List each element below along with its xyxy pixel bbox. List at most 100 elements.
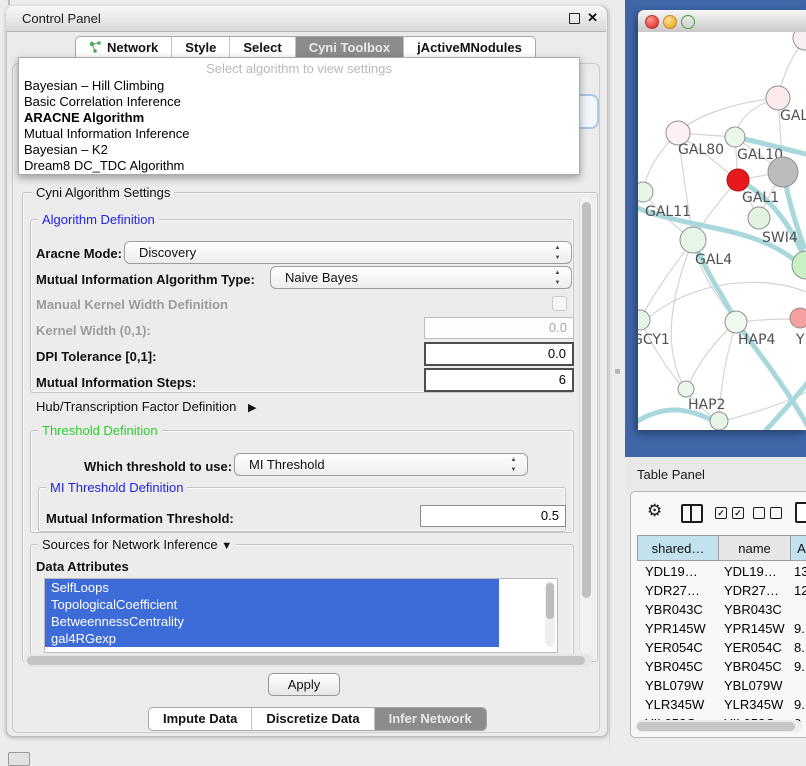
network-window-titlebar[interactable]	[638, 10, 806, 33]
network-node-gal[interactable]	[766, 86, 790, 110]
network-node[interactable]	[710, 412, 728, 430]
table-cell: YDR27…	[724, 583, 779, 598]
panel-resize-handle[interactable]	[615, 369, 620, 374]
attribute-item-selfloops[interactable]: SelfLoops	[45, 579, 499, 596]
table-cell: YDL19…	[645, 564, 698, 579]
column-header-shared[interactable]: shared…	[637, 535, 719, 561]
algorithm-option-dream8-dc-tdc-algorithm[interactable]: Dream8 DC_TDC Algorithm	[24, 158, 184, 174]
window-zoom-light[interactable]	[681, 15, 695, 29]
network-node[interactable]	[793, 32, 806, 50]
bottom-left-partial-icon[interactable]	[8, 752, 30, 766]
network-node[interactable]	[792, 251, 806, 279]
dpi-tolerance-field[interactable]: 0.0	[424, 342, 574, 366]
bottom-tabs: Impute DataDiscretize DataInfer Network	[148, 707, 487, 731]
network-node-hap2[interactable]	[678, 381, 694, 397]
attribute-item-betweennesscentrality[interactable]: BetweennessCentrality	[45, 613, 499, 630]
node-label-y: Y	[795, 332, 805, 348]
tab-label: Cyni Toolbox	[309, 40, 390, 55]
checked-box-icon[interactable]: ✓	[732, 507, 744, 519]
aracne-mode-label: Aracne Mode:	[36, 246, 122, 261]
window-minimize-light[interactable]	[663, 15, 677, 29]
mi-steps-label: Mutual Information Steps:	[36, 375, 196, 390]
obscured-combo-fragment	[578, 94, 599, 129]
bottom-tab-infer-network[interactable]: Infer Network	[374, 708, 486, 730]
attributes-scroll-thumb[interactable]	[546, 583, 554, 619]
network-node-gal1[interactable]	[727, 169, 749, 191]
node-label-gcy1: GCY1	[638, 332, 670, 348]
settings-hscroll-thumb[interactable]	[27, 656, 585, 665]
table-cell: 9.	[794, 621, 805, 636]
table-cell: YPR145W	[645, 621, 706, 636]
aracne-mode-select[interactable]: Discovery ▲▼	[124, 241, 572, 264]
mi-type-label: Mutual Information Algorithm Type:	[36, 272, 255, 287]
network-edge[interactable]	[640, 240, 693, 320]
settings-vertical-scrollbar[interactable]	[579, 196, 592, 654]
mi-steps-field[interactable]: 6	[424, 368, 574, 392]
algorithm-option-mutual-information-inference[interactable]: Mutual Information Inference	[24, 126, 189, 142]
which-threshold-value: MI Threshold	[249, 457, 325, 472]
unchecked-box-icon[interactable]	[753, 507, 765, 519]
network-view-window: GALGAL80GAL10GAL1GAL11SWI4GAL4GCY1HAP4YH…	[638, 10, 806, 430]
network-node[interactable]	[768, 157, 798, 187]
network-edge[interactable]	[686, 322, 736, 390]
apply-button[interactable]: Apply	[268, 673, 340, 696]
bottom-tab-impute-data[interactable]: Impute Data	[149, 708, 251, 730]
column-header-a[interactable]: A	[791, 535, 806, 561]
network-edge[interactable]	[640, 320, 686, 390]
algorithm-option-basic-correlation-inference[interactable]: Basic Correlation Inference	[24, 94, 181, 110]
network-edge[interactable]	[671, 240, 693, 390]
mi-threshold-field[interactable]: 0.5	[420, 505, 566, 527]
mi-type-select[interactable]: Naive Bayes ▲▼	[270, 266, 572, 289]
algorithm-definition-title: Algorithm Definition	[38, 212, 159, 227]
algorithm-option-bayesian-k2[interactable]: Bayesian – K2	[24, 142, 108, 158]
algorithm-option-bayesian-hill-climbing[interactable]: Bayesian – Hill Climbing	[24, 78, 164, 94]
mi-threshold-group-title: MI Threshold Definition	[46, 480, 187, 495]
network-node-hap4[interactable]	[725, 311, 747, 333]
network-node-gcy1[interactable]	[638, 310, 650, 330]
gear-icon[interactable]: ⚙	[647, 501, 662, 521]
settings-horizontal-scrollbar[interactable]	[24, 654, 592, 667]
tab-label: Style	[185, 40, 216, 55]
network-node-swi4[interactable]	[748, 207, 770, 229]
float-panel-icon[interactable]	[569, 13, 580, 24]
split-columns-icon[interactable]	[681, 504, 703, 523]
network-edge[interactable]	[638, 282, 806, 332]
collapse-down-icon[interactable]: ▼	[221, 540, 232, 552]
sources-group-title[interactable]: Sources for Network Inference ▼	[38, 537, 236, 552]
unchecked-box-icon[interactable]	[770, 507, 782, 519]
attributes-scrollbar[interactable]	[545, 581, 555, 647]
table-hscroll-thumb[interactable]	[637, 722, 795, 731]
data-attributes-label: Data Attributes	[36, 559, 129, 574]
column-header-name[interactable]: name	[719, 535, 791, 561]
spinner-arrows-icon: ▲▼	[509, 455, 518, 474]
algorithm-popup-placeholder: Select algorithm to view settings	[19, 61, 579, 76]
table-cell: 8.	[794, 640, 805, 655]
manual-kernel-checkbox[interactable]	[552, 296, 567, 311]
network-node-gal11[interactable]	[638, 182, 653, 202]
tab-label: Select	[243, 40, 281, 55]
table-body: YDL19…YDL19…13YDR27…YDR27…12YBR043CYBR04…	[637, 561, 806, 721]
table-cell: YER054C	[645, 640, 703, 655]
network-node-gal4[interactable]	[680, 227, 706, 253]
mi-type-value: Naive Bayes	[285, 270, 358, 285]
table-cell: YDL19…	[724, 564, 777, 579]
attribute-item-gal4rgexp[interactable]: gal4RGexp	[45, 630, 499, 647]
settings-vscroll-thumb[interactable]	[582, 202, 591, 598]
network-canvas[interactable]: GALGAL80GAL10GAL1GAL11SWI4GAL4GCY1HAP4YH…	[638, 32, 806, 430]
window-close-light[interactable]	[645, 15, 659, 29]
table-cell: YBR045C	[645, 659, 703, 674]
checked-box-icon[interactable]: ✓	[715, 507, 727, 519]
hub-definition-expander[interactable]: Hub/Transcription Factor Definition ▶	[36, 399, 256, 414]
close-panel-icon[interactable]: ✕	[587, 10, 598, 26]
expander-right-icon[interactable]: ▶	[248, 402, 256, 414]
algorithm-option-aracne-algorithm[interactable]: ARACNE Algorithm	[24, 110, 144, 126]
attribute-item-topologicalcoefficient[interactable]: TopologicalCoefficient	[45, 596, 499, 613]
network-node-gal10[interactable]	[725, 127, 745, 147]
kernel-width-field[interactable]: 0.0	[424, 317, 574, 339]
which-threshold-select[interactable]: MI Threshold ▲▼	[234, 453, 528, 476]
table-doc-icon[interactable]	[795, 502, 806, 523]
node-label-hap2: HAP2	[688, 397, 725, 413]
network-node-y[interactable]	[790, 308, 806, 328]
table-horizontal-scrollbar[interactable]	[635, 720, 802, 732]
bottom-tab-discretize-data[interactable]: Discretize Data	[251, 708, 373, 730]
